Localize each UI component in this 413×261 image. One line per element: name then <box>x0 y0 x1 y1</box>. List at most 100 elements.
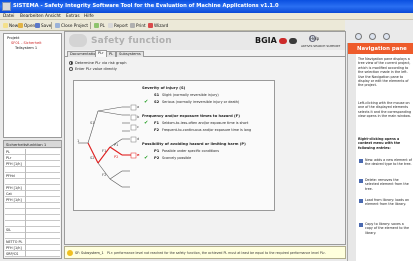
risk-graph: 1 S1 S2 F1 F2 P1 P2 a b c d e Severity o… <box>73 80 275 211</box>
menu-edit[interactable]: Bearbeiten <box>20 14 44 19</box>
tab-pl[interactable]: PL <box>106 51 117 57</box>
bullet-icon <box>359 179 363 183</box>
back-icon[interactable] <box>355 33 362 40</box>
option-s1[interactable]: S1 Slight (normally reversible injury) <box>142 92 266 99</box>
forward-icon[interactable] <box>369 33 376 40</box>
option-f2[interactable]: F2 Frequent-to-continuous and/or exposur… <box>142 127 266 134</box>
bullet-icon <box>359 199 363 203</box>
message-bar: SF: Subsystem_1 PLr: performance level n… <box>64 246 346 259</box>
f1-label: F1 <box>102 149 107 153</box>
nav-paragraph: Left-clicking with the mouse on one of t… <box>358 101 412 119</box>
print-icon <box>130 23 135 28</box>
sistema-logo <box>69 34 87 47</box>
check-icon: ✔ <box>144 155 149 161</box>
f2-label: F2 <box>102 173 107 177</box>
nav-strip <box>348 54 356 261</box>
open-icon <box>18 23 23 28</box>
nav-paragraph: Right-clicking opens a context menu with… <box>358 137 401 150</box>
bullet-icon <box>359 159 363 163</box>
help-icon[interactable]: Help <box>309 35 319 42</box>
search-icon[interactable] <box>383 33 390 40</box>
pl-button[interactable]: PL <box>94 22 105 29</box>
toolbar: New Open Save Close Project PL Report Pr… <box>0 20 345 31</box>
help-links: Help AKTIVIS SEARCH SUPPORT <box>301 35 341 49</box>
emblem-icon <box>289 38 297 44</box>
radio-button[interactable] <box>69 60 73 65</box>
project-tree: Projekt SF01 - Sicherheit Teilsystem 1 <box>3 33 62 138</box>
pl-icon <box>94 23 99 28</box>
avoidance-section: Possibility of avoiding hazard or limiti… <box>142 142 266 162</box>
nav-icons <box>347 31 413 43</box>
main-panel: Safety function BGIA Help AKTIVIS SEARCH… <box>64 31 346 245</box>
s2-label: S2 <box>90 156 95 160</box>
menu-file[interactable]: Datei <box>3 14 14 19</box>
close-project-button[interactable]: Close Project <box>55 22 88 29</box>
radio-button[interactable] <box>69 66 73 71</box>
p1-label: P1 <box>114 143 119 147</box>
properties-header: Sicherheitsfunktion 1 <box>4 141 61 148</box>
save-icon <box>35 23 40 28</box>
nav-bullet-item: New: adds a new element of the desired t… <box>365 158 412 167</box>
save-button[interactable]: Save <box>35 22 51 29</box>
pl-e-label: e <box>137 153 140 157</box>
pl-d-label: d <box>137 137 140 141</box>
risk-graph-diagram <box>78 104 137 188</box>
nav-paragraph: The Navigation pane displays a tree view… <box>358 57 411 88</box>
new-icon <box>3 23 8 28</box>
page-title: Safety function <box>91 36 172 46</box>
selected-path <box>87 142 132 164</box>
tab-plr[interactable]: PLr <box>95 50 107 57</box>
nav-header: Navigation pane <box>348 43 413 54</box>
close-project-icon <box>55 23 60 28</box>
nav-bullet-item: Copy to library: saves a copy of the ele… <box>365 222 410 235</box>
frequency-section: Frequency and/or exposure times to hazar… <box>142 114 266 134</box>
new-button[interactable]: New <box>3 22 18 29</box>
option-p2[interactable]: ✔ P2 Scarcely possible <box>142 155 266 162</box>
s1-label: S1 <box>90 121 95 125</box>
p2-label: P2 <box>114 155 119 159</box>
pl-c-label: c <box>137 125 139 129</box>
menu-tools[interactable]: Extras <box>66 14 80 19</box>
pl-a-label: a <box>137 105 140 109</box>
property-row[interactable]: SRP/CS <box>5 251 60 257</box>
bullet-icon <box>359 223 363 227</box>
nav-bullet-item: Load from library: loads an element from… <box>365 198 410 207</box>
pl-b-label: b <box>137 115 140 119</box>
message-text: PLr: performance level not reached for t… <box>107 251 326 255</box>
tab-subsystems[interactable]: Subsystems <box>116 51 144 57</box>
window-title: SISTEMA - Safety Integrity Software Tool… <box>13 3 279 9</box>
menu-view[interactable]: Ansicht <box>45 14 61 19</box>
nav-bullet-item: Delete: removes the selected element fro… <box>365 178 409 191</box>
radio-direct-entry[interactable]: Enter PLr value directly <box>69 66 117 71</box>
tree-root[interactable]: Projekt <box>7 36 19 40</box>
tab-bar: Documentation PLr PL Subsystems <box>65 50 345 57</box>
message-source[interactable]: SF: Subsystem_1 <box>75 251 104 255</box>
help-label[interactable]: AKTIVIS SEARCH SUPPORT <box>301 44 340 48</box>
tree-subsystem[interactable]: Teilsystem 1 <box>15 46 37 50</box>
application-window: SISTEMA - Safety Integrity Software Tool… <box>0 0 413 261</box>
print-button[interactable]: Print <box>130 22 146 29</box>
menu-help[interactable]: Hilfe <box>84 14 94 19</box>
radio-risk-graph[interactable]: Determine PLr via risk graph <box>69 60 127 65</box>
option-f1[interactable]: ✔ F1 Seldom-to-less-often and/or exposur… <box>142 120 266 127</box>
bgia-logo: BGIA <box>255 36 277 45</box>
navigation-pane: Navigation pane The Navigation pane disp… <box>347 43 413 261</box>
open-button[interactable]: Open <box>18 22 35 29</box>
properties-panel: Sicherheitsfunktion 1 PL PLr PFH [1/h] P… <box>3 140 62 259</box>
report-button[interactable]: Report <box>108 22 128 29</box>
check-icon: ✔ <box>144 120 149 126</box>
start-label: 1 <box>77 139 80 143</box>
option-p1[interactable]: P1 Possible under specific conditions <box>142 148 266 155</box>
option-s2[interactable]: ✔ S2 Serious (normally irreversible inju… <box>142 99 266 106</box>
wizard-button[interactable]: Wizard <box>148 22 168 29</box>
tree-safety-function[interactable]: SF01 - Sicherheit <box>11 41 42 45</box>
warning-icon <box>67 250 73 256</box>
report-icon <box>108 23 113 28</box>
title-bar[interactable]: SISTEMA - Safety Integrity Software Tool… <box>0 0 413 13</box>
organisation-logo-icon <box>279 38 287 44</box>
menu-bar: Datei Bearbeiten Ansicht Extras Hilfe <box>0 13 413 20</box>
check-icon: ✔ <box>144 99 149 105</box>
wizard-icon <box>148 23 153 28</box>
app-icon <box>2 2 11 11</box>
header-banner: Safety function BGIA Help AKTIVIS SEARCH… <box>65 32 345 50</box>
